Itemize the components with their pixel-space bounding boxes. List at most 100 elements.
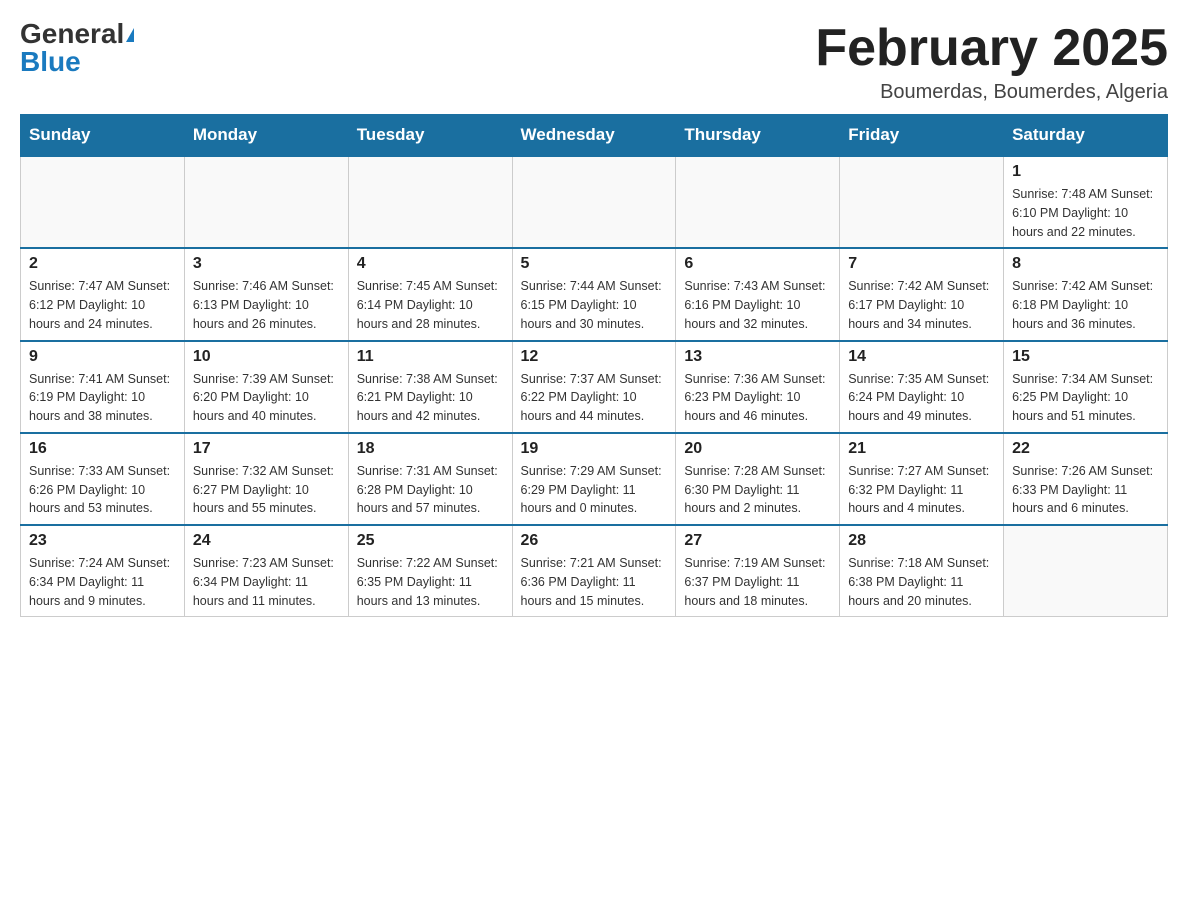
day-info: Sunrise: 7:42 AM Sunset: 6:18 PM Dayligh… [1012,277,1159,333]
calendar-day-cell: 25 Sunrise: 7:22 AM Sunset: 6:35 PM Dayli… [348,525,512,617]
calendar-week-row: 1 Sunrise: 7:48 AM Sunset: 6:10 PM Daylig… [21,156,1168,248]
day-number: 3 [193,255,340,273]
day-info: Sunrise: 7:27 AM Sunset: 6:32 PM Dayligh… [848,462,995,518]
calendar-table: SundayMondayTuesdayWednesdayThursdayFrid… [20,114,1168,617]
calendar-day-cell [21,156,185,248]
day-number: 10 [193,348,340,366]
day-number: 18 [357,440,504,458]
calendar-day-cell: 14 Sunrise: 7:35 AM Sunset: 6:24 PM Dayli… [840,341,1004,433]
day-info: Sunrise: 7:21 AM Sunset: 6:36 PM Dayligh… [521,554,668,610]
day-info: Sunrise: 7:34 AM Sunset: 6:25 PM Dayligh… [1012,370,1159,426]
calendar-day-cell: 16Sunrise: 7:33 AM Sunset: 6:26 PM Dayli… [21,433,185,525]
day-number: 26 [521,532,668,550]
calendar-week-row: 16Sunrise: 7:33 AM Sunset: 6:26 PM Dayli… [21,433,1168,525]
day-number: 20 [684,440,831,458]
day-number: 15 [1012,348,1159,366]
title-block: February 2025 Boumerdas, Boumerdes, Alge… [815,20,1168,104]
calendar-day-cell: 19 Sunrise: 7:29 AM Sunset: 6:29 PM Dayli… [512,433,676,525]
day-number: 1 [1012,163,1159,181]
day-info: Sunrise: 7:38 AM Sunset: 6:21 PM Dayligh… [357,370,504,426]
day-info: Sunrise: 7:47 AM Sunset: 6:12 PM Dayligh… [29,277,176,333]
calendar-day-cell: 28Sunrise: 7:18 AM Sunset: 6:38 PM Dayli… [840,525,1004,617]
day-number: 12 [521,348,668,366]
calendar-day-header: Friday [840,115,1004,157]
calendar-week-row: 2 Sunrise: 7:47 AM Sunset: 6:12 PM Daylig… [21,248,1168,340]
calendar-day-cell: 6 Sunrise: 7:43 AM Sunset: 6:16 PM Daylig… [676,248,840,340]
calendar-title: February 2025 [815,20,1168,77]
logo: General Blue [20,20,134,76]
day-number: 9 [29,348,176,366]
day-info: Sunrise: 7:48 AM Sunset: 6:10 PM Dayligh… [1012,185,1159,241]
day-number: 25 [357,532,504,550]
day-number: 13 [684,348,831,366]
day-number: 6 [684,255,831,273]
day-info: Sunrise: 7:37 AM Sunset: 6:22 PM Dayligh… [521,370,668,426]
page-header: General Blue February 2025 Boumerdas, Bo… [20,20,1168,104]
calendar-day-cell: 22 Sunrise: 7:26 AM Sunset: 6:33 PM Dayli… [1004,433,1168,525]
calendar-day-cell: 8 Sunrise: 7:42 AM Sunset: 6:18 PM Daylig… [1004,248,1168,340]
calendar-day-cell: 17 Sunrise: 7:32 AM Sunset: 6:27 PM Dayli… [184,433,348,525]
calendar-day-header: Thursday [676,115,840,157]
calendar-day-cell: 10 Sunrise: 7:39 AM Sunset: 6:20 PM Dayli… [184,341,348,433]
calendar-day-cell: 21 Sunrise: 7:27 AM Sunset: 6:32 PM Dayli… [840,433,1004,525]
day-info: Sunrise: 7:18 AM Sunset: 6:38 PM Dayligh… [848,554,995,610]
logo-general-text: General [20,18,124,49]
calendar-day-cell: 1 Sunrise: 7:48 AM Sunset: 6:10 PM Daylig… [1004,156,1168,248]
calendar-day-header: Saturday [1004,115,1168,157]
calendar-day-cell: 27 Sunrise: 7:19 AM Sunset: 6:37 PM Dayli… [676,525,840,617]
day-number: 14 [848,348,995,366]
calendar-day-cell: 5Sunrise: 7:44 AM Sunset: 6:15 PM Daylig… [512,248,676,340]
day-info: Sunrise: 7:28 AM Sunset: 6:30 PM Dayligh… [684,462,831,518]
calendar-day-cell: 26 Sunrise: 7:21 AM Sunset: 6:36 PM Dayli… [512,525,676,617]
day-number: 4 [357,255,504,273]
day-info: Sunrise: 7:36 AM Sunset: 6:23 PM Dayligh… [684,370,831,426]
calendar-day-cell: 7Sunrise: 7:42 AM Sunset: 6:17 PM Daylig… [840,248,1004,340]
logo-triangle-icon [126,28,134,42]
calendar-day-header: Tuesday [348,115,512,157]
day-number: 22 [1012,440,1159,458]
logo-general-line: General [20,20,134,48]
calendar-day-cell: 3Sunrise: 7:46 AM Sunset: 6:13 PM Daylig… [184,248,348,340]
calendar-day-cell [1004,525,1168,617]
calendar-day-header: Monday [184,115,348,157]
day-info: Sunrise: 7:26 AM Sunset: 6:33 PM Dayligh… [1012,462,1159,518]
calendar-header-row: SundayMondayTuesdayWednesdayThursdayFrid… [21,115,1168,157]
calendar-day-cell: 4Sunrise: 7:45 AM Sunset: 6:14 PM Daylig… [348,248,512,340]
calendar-day-cell: 23 Sunrise: 7:24 AM Sunset: 6:34 PM Dayli… [21,525,185,617]
calendar-day-cell [676,156,840,248]
day-info: Sunrise: 7:19 AM Sunset: 6:37 PM Dayligh… [684,554,831,610]
day-info: Sunrise: 7:23 AM Sunset: 6:34 PM Dayligh… [193,554,340,610]
day-info: Sunrise: 7:43 AM Sunset: 6:16 PM Dayligh… [684,277,831,333]
day-number: 21 [848,440,995,458]
calendar-day-header: Sunday [21,115,185,157]
day-number: 27 [684,532,831,550]
day-number: 11 [357,348,504,366]
calendar-day-cell: 13 Sunrise: 7:36 AM Sunset: 6:23 PM Dayli… [676,341,840,433]
day-number: 19 [521,440,668,458]
day-number: 7 [848,255,995,273]
day-info: Sunrise: 7:33 AM Sunset: 6:26 PM Dayligh… [29,462,176,518]
day-info: Sunrise: 7:35 AM Sunset: 6:24 PM Dayligh… [848,370,995,426]
calendar-week-row: 9 Sunrise: 7:41 AM Sunset: 6:19 PM Daylig… [21,341,1168,433]
calendar-day-cell: 2 Sunrise: 7:47 AM Sunset: 6:12 PM Daylig… [21,248,185,340]
calendar-day-cell: 15 Sunrise: 7:34 AM Sunset: 6:25 PM Dayli… [1004,341,1168,433]
calendar-day-cell: 9 Sunrise: 7:41 AM Sunset: 6:19 PM Daylig… [21,341,185,433]
day-number: 2 [29,255,176,273]
day-info: Sunrise: 7:31 AM Sunset: 6:28 PM Dayligh… [357,462,504,518]
day-number: 23 [29,532,176,550]
calendar-day-cell: 11 Sunrise: 7:38 AM Sunset: 6:21 PM Dayli… [348,341,512,433]
day-info: Sunrise: 7:24 AM Sunset: 6:34 PM Dayligh… [29,554,176,610]
day-number: 8 [1012,255,1159,273]
logo-blue-text: Blue [20,48,81,76]
day-number: 17 [193,440,340,458]
calendar-day-cell: 12 Sunrise: 7:37 AM Sunset: 6:22 PM Dayli… [512,341,676,433]
day-info: Sunrise: 7:41 AM Sunset: 6:19 PM Dayligh… [29,370,176,426]
day-info: Sunrise: 7:22 AM Sunset: 6:35 PM Dayligh… [357,554,504,610]
calendar-day-cell [840,156,1004,248]
day-info: Sunrise: 7:29 AM Sunset: 6:29 PM Dayligh… [521,462,668,518]
day-info: Sunrise: 7:32 AM Sunset: 6:27 PM Dayligh… [193,462,340,518]
day-info: Sunrise: 7:39 AM Sunset: 6:20 PM Dayligh… [193,370,340,426]
calendar-subtitle: Boumerdas, Boumerdes, Algeria [815,81,1168,104]
day-number: 24 [193,532,340,550]
calendar-day-cell [512,156,676,248]
